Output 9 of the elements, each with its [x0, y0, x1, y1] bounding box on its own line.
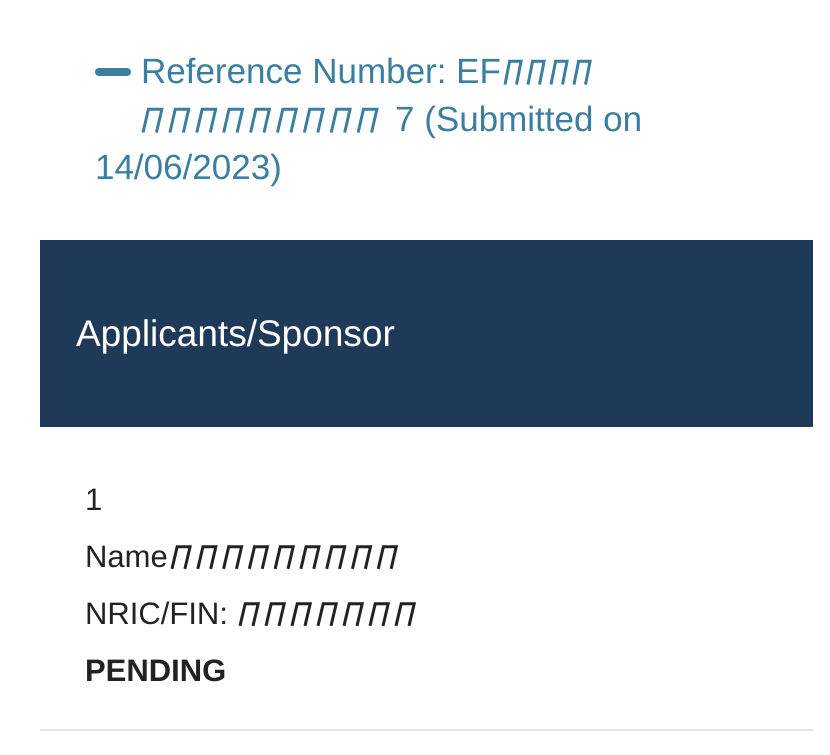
- name-label: Name: [85, 538, 168, 576]
- submission-label: 7 (Submitted on: [395, 99, 642, 141]
- status-label: PENDING: [85, 652, 228, 690]
- reference-label: Reference Number: EF: [141, 51, 501, 93]
- nric-label: NRIC/FIN:: [85, 595, 228, 633]
- submission-date: 14/06/2023): [95, 147, 283, 189]
- section-title: Applicants/Sponsor: [76, 312, 395, 356]
- collapse-icon[interactable]: [95, 68, 131, 76]
- applicant-index: 1: [85, 481, 104, 519]
